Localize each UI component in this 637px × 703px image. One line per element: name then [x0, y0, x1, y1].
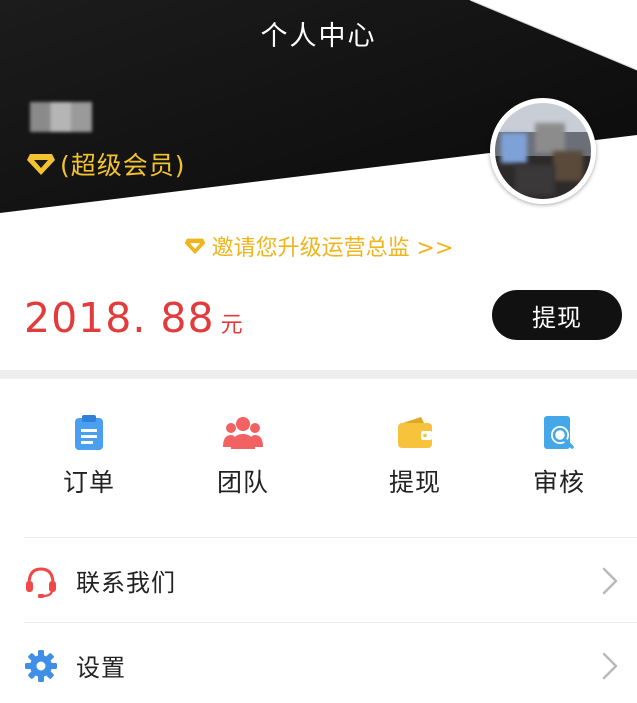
action-withdraw-label: 提现: [388, 468, 441, 497]
team-icon: [223, 417, 263, 449]
diamond-icon: [27, 154, 55, 175]
member-level-label: (超级会员): [60, 151, 186, 180]
review-search-icon: [544, 416, 574, 449]
gear-icon: [25, 650, 57, 682]
page-title: 个人中心: [260, 21, 377, 52]
clipboard-icon: [75, 415, 103, 450]
action-review[interactable]: 审核: [504, 395, 614, 515]
diamond-icon: [184, 238, 205, 255]
upgrade-invite-link[interactable]: 邀请您升级运营总监 >>: [0, 230, 637, 262]
wallet-icon: [398, 417, 432, 448]
section-divider: [0, 370, 637, 379]
withdraw-button[interactable]: 提现: [492, 290, 622, 340]
chevron-right-icon: [602, 567, 618, 595]
balance-amount: 2018. 88: [24, 294, 215, 342]
action-orders[interactable]: 订单: [34, 395, 144, 515]
upgrade-invite-text: 邀请您升级运营总监 >>: [211, 236, 454, 261]
member-level: (超级会员): [26, 146, 186, 182]
menu-item-settings-label: 设置: [76, 654, 126, 682]
balance: 2018. 88 元: [24, 294, 243, 342]
action-team[interactable]: 团队: [188, 395, 298, 515]
menu-item-contact[interactable]: 联系我们: [0, 538, 637, 622]
chevron-right-icon: [602, 652, 618, 680]
headset-icon: [26, 567, 56, 598]
avatar[interactable]: [490, 98, 596, 204]
menu-item-settings[interactable]: 设置: [0, 623, 637, 703]
action-orders-label: 订单: [62, 468, 115, 497]
menu-item-contact-label: 联系我们: [76, 569, 176, 597]
username-blurred: [30, 102, 92, 132]
balance-unit: 元: [220, 313, 243, 338]
profile-header: 个人中心 (超级会员): [0, 0, 637, 220]
quick-actions: 订单 团队 提现 审核: [0, 395, 637, 520]
action-team-label: 团队: [216, 468, 269, 497]
action-withdraw[interactable]: 提现: [360, 395, 470, 515]
action-review-label: 审核: [532, 468, 585, 497]
